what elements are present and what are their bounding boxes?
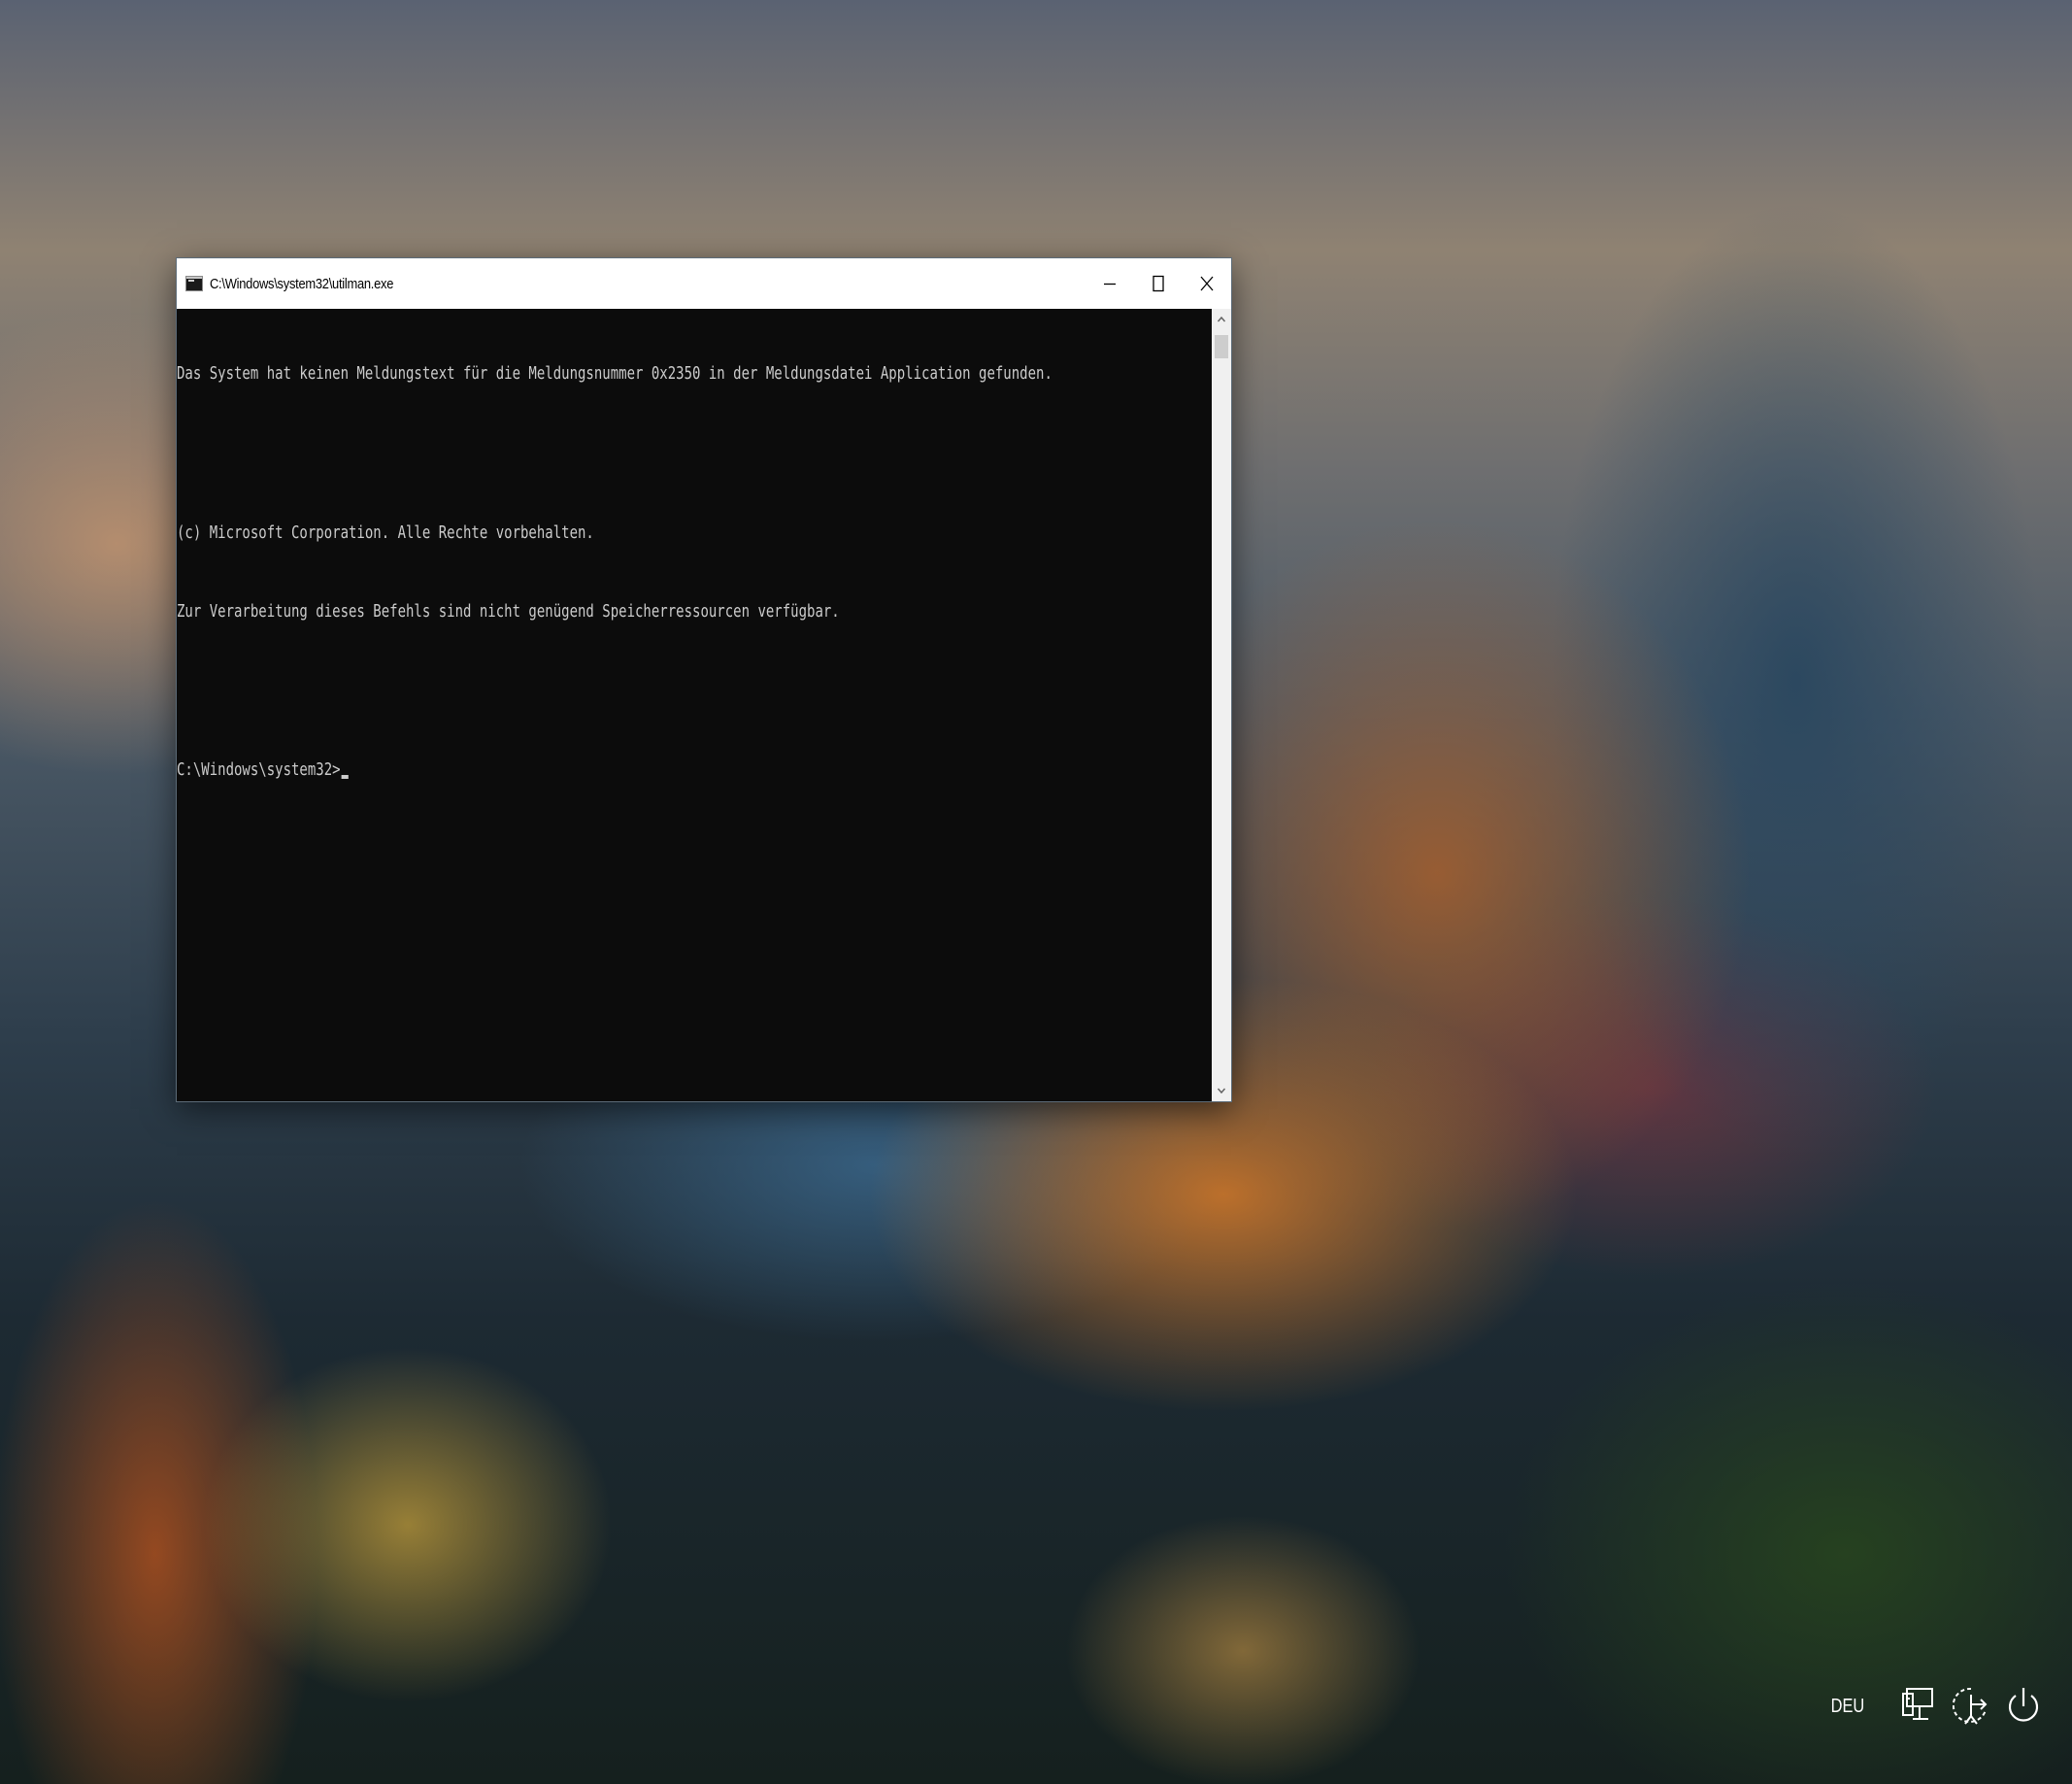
maximize-button[interactable] xyxy=(1134,258,1183,309)
accessibility-button[interactable] xyxy=(1952,1683,1990,1730)
maximize-icon xyxy=(1153,275,1164,292)
text-cursor xyxy=(341,775,349,780)
console-line: (c) Microsoft Corporation. Alle Rechte v… xyxy=(177,522,594,543)
window-title: C:\Windows\system32\utilman.exe xyxy=(210,275,394,292)
prompt-line[interactable]: C:\Windows\system32> xyxy=(177,757,1005,784)
close-icon xyxy=(1200,276,1214,291)
lock-screen-tray: DEU xyxy=(1823,1683,2043,1730)
chevron-down-icon xyxy=(1217,1088,1226,1094)
console-output[interactable]: Das System hat keinen Meldungstext für d… xyxy=(177,309,1212,1101)
scroll-down-button[interactable] xyxy=(1212,1080,1231,1101)
caption-buttons xyxy=(1086,258,1231,309)
chevron-up-icon xyxy=(1217,316,1226,322)
power-button[interactable] xyxy=(2004,1683,2043,1730)
lock-screen-desktop: { "window": { "title": "C:\\Windows\\sys… xyxy=(0,0,2072,1784)
vertical-scrollbar[interactable] xyxy=(1212,309,1231,1101)
console-line: Das System hat keinen Meldungstext für d… xyxy=(177,364,1053,385)
scroll-up-button[interactable] xyxy=(1212,309,1231,330)
network-icon xyxy=(1902,1688,1933,1720)
input-language-indicator[interactable]: DEU xyxy=(1830,1696,1864,1718)
minimize-icon xyxy=(1104,283,1116,286)
console-window[interactable]: C:\Windows\system32\utilman.exe Das Syst… xyxy=(177,258,1231,1101)
window-titlebar[interactable]: C:\Windows\system32\utilman.exe xyxy=(177,258,1231,309)
network-button[interactable] xyxy=(1899,1683,1938,1730)
power-icon xyxy=(2008,1688,2039,1722)
console-app-icon[interactable] xyxy=(185,276,203,291)
minimize-button[interactable] xyxy=(1086,258,1134,309)
command-prompt: C:\Windows\system32> xyxy=(177,760,341,781)
console-line: Zur Verarbeitung dieses Befehls sind nic… xyxy=(177,602,840,623)
scroll-thumb[interactable] xyxy=(1215,335,1228,358)
close-button[interactable] xyxy=(1183,258,1231,309)
accessibility-icon xyxy=(1953,1687,1988,1725)
